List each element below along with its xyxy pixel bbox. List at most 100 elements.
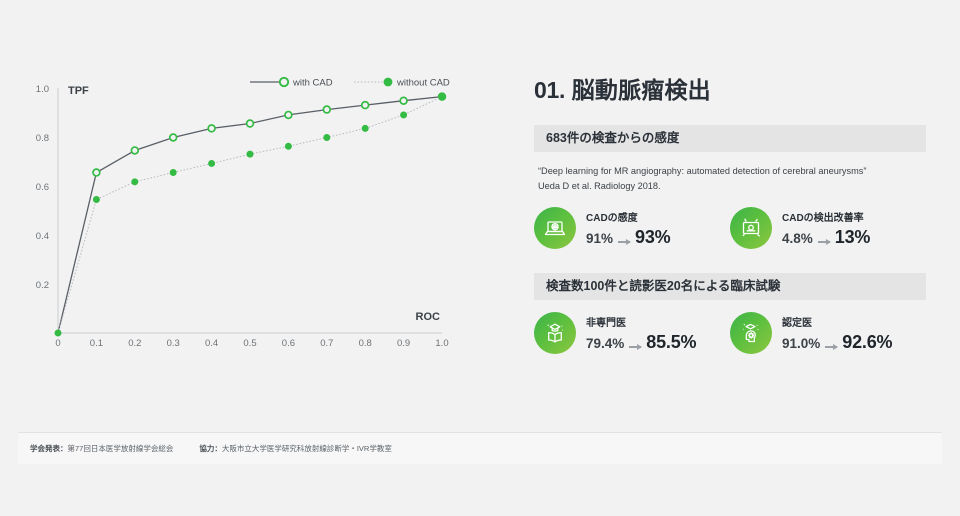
- y-axis-tick-labels: 0.2 0.4 0.6 0.8 1.0: [36, 84, 49, 291]
- footer-presentation-label: 学会発表：: [30, 444, 68, 453]
- arrow-right-icon: [629, 344, 643, 349]
- data-point: [246, 150, 254, 158]
- x-axis-tick-labels: 0 0.1 0.2 0.3 0.4 0.5 0.6 0.7 0.8 0.9 1.0: [55, 338, 448, 349]
- stat-row-one: CADの感度 91% 93% CADの検出改善率 4.8% 13%: [534, 206, 926, 249]
- data-point: [130, 146, 140, 155]
- stat-label: CADの感度: [586, 213, 638, 225]
- stat-value-from: 4.8%: [782, 230, 813, 246]
- stat-label: 非専門医: [586, 318, 626, 330]
- data-point: [284, 142, 292, 150]
- stat-value-from: 91.0%: [782, 335, 821, 351]
- book-graduate-icon: [534, 311, 576, 354]
- svg-text:0.3: 0.3: [167, 338, 180, 349]
- svg-text:0.8: 0.8: [359, 338, 372, 349]
- stat-values: 91% 93%: [586, 226, 671, 248]
- x-axis-title: ROC: [416, 311, 441, 323]
- svg-text:0: 0: [55, 338, 60, 349]
- data-point: [54, 329, 62, 337]
- data-point: [399, 96, 408, 105]
- stat-row-two: 非専門医 79.4% 85.5% 認定医 91.0% 92.6%: [534, 311, 926, 354]
- data-point: [92, 195, 100, 203]
- svg-text:0.6: 0.6: [282, 338, 295, 349]
- svg-text:0.9: 0.9: [397, 338, 410, 349]
- laptop-brain-icon: [534, 206, 576, 249]
- stat-card-certified-physician: 認定医 91.0% 92.6%: [730, 311, 926, 354]
- slide-root: 0.2 0.4 0.6 0.8 1.0 0 0.1 0.2 0.3 0.4 0.5 0.6 0.7 0.…: [0, 0, 960, 516]
- y-axis-title: TPF: [68, 85, 89, 97]
- content-panel: 01. 脳動脈瘤検出 683件の検査からの感度 “Deep learning f…: [534, 77, 926, 358]
- legend-marker: [383, 77, 393, 87]
- stat-text: CADの感度 91% 93%: [586, 208, 671, 248]
- footer-bar: 学会発表： 第77回日本医学放射線学会総会 協力： 大阪市立大学医学研究科放射線…: [18, 432, 942, 464]
- data-point: [438, 93, 446, 101]
- data-point: [323, 133, 331, 141]
- stat-values: 4.8% 13%: [782, 227, 870, 248]
- chart-legend: with CAD without CAD: [250, 76, 450, 89]
- data-point: [169, 169, 177, 177]
- legend-marker: [278, 76, 290, 88]
- footer-presentation-value: 第77回日本医学放射線学会総会: [67, 444, 174, 453]
- stat-card-non-specialist: 非専門医 79.4% 85.5%: [534, 311, 730, 354]
- arrow-right-icon: [825, 344, 839, 349]
- legend-label: without CAD: [396, 78, 450, 89]
- svg-text:1.0: 1.0: [36, 84, 49, 95]
- data-point: [360, 100, 370, 110]
- page-title: 01. 脳動脈瘤検出: [534, 77, 926, 103]
- stat-label: 認定医: [782, 318, 812, 330]
- stat-value-from: 91%: [586, 230, 614, 246]
- series-line-without-cad: [57, 96, 443, 334]
- citation-line-1: “Deep learning for MR angiography: autom…: [538, 166, 867, 177]
- svg-text:0.6: 0.6: [36, 182, 49, 193]
- footer-collaboration-label: 協力：: [199, 444, 222, 453]
- section-header-two: 検査数100件と読影医20名による臨床試験: [534, 272, 926, 300]
- stat-text: CADの検出改善率 4.8% 13%: [782, 208, 870, 247]
- data-point: [131, 178, 139, 186]
- monitor-detection-icon: [730, 206, 772, 249]
- data-point: [208, 159, 216, 167]
- citation-line-2: Ueda D et al. Radiology 2018.: [538, 180, 661, 191]
- stat-text: 認定医 91.0% 92.6%: [782, 313, 893, 353]
- data-point: [92, 168, 101, 177]
- page-title-number: 01.: [534, 77, 566, 103]
- svg-text:0.1: 0.1: [90, 338, 103, 349]
- data-point: [245, 119, 255, 128]
- svg-text:0.2: 0.2: [128, 338, 141, 349]
- data-point: [322, 105, 332, 114]
- stat-value-from: 79.4%: [586, 335, 625, 351]
- stat-card-cad-detection-rate: CADの検出改善率 4.8% 13%: [730, 206, 926, 249]
- page-title-text: 脳動脈瘤検出: [571, 77, 711, 103]
- data-point: [207, 124, 216, 133]
- legend-label: with CAD: [292, 78, 333, 89]
- data-point: [361, 124, 369, 132]
- data-point: [400, 111, 408, 119]
- svg-text:0.2: 0.2: [36, 280, 49, 291]
- stat-value-to: 93%: [635, 226, 671, 247]
- section-header-one: 683件の検査からの感度: [534, 125, 926, 153]
- footer-collaboration-value: 大阪市立大学医学研究科放射線診断学・IVR学教室: [221, 444, 392, 453]
- stat-value-to: 13%: [834, 226, 871, 247]
- svg-text:0.5: 0.5: [243, 338, 256, 349]
- series-layer: [54, 92, 447, 337]
- arrow-right-icon: [817, 239, 831, 244]
- svg-text:0.8: 0.8: [36, 133, 49, 144]
- stat-values: 91.0% 92.6%: [782, 331, 893, 353]
- roc-chart-panel: 0.2 0.4 0.6 0.8 1.0 0 0.1 0.2 0.3 0.4 0.5 0.6 0.7 0.…: [18, 70, 488, 380]
- data-point: [168, 133, 178, 142]
- stat-text: 非専門医 79.4% 85.5%: [586, 313, 697, 353]
- arrow-right-icon: [618, 239, 632, 244]
- head-knowledge-icon: [730, 311, 772, 354]
- stat-value-to: 85.5%: [646, 331, 697, 352]
- svg-text:0.4: 0.4: [205, 338, 218, 349]
- series-line-with-cad: [57, 95, 443, 334]
- stat-values: 79.4% 85.5%: [586, 331, 697, 353]
- citation-text: “Deep learning for MR angiography: autom…: [538, 164, 926, 193]
- svg-text:1.0: 1.0: [435, 338, 448, 349]
- data-point: [284, 110, 293, 120]
- svg-text:0.4: 0.4: [36, 231, 49, 242]
- stat-label: CADの検出改善率: [782, 213, 864, 225]
- svg-text:0.7: 0.7: [320, 338, 333, 349]
- roc-chart-svg: 0.2 0.4 0.6 0.8 1.0 0 0.1 0.2 0.3 0.4 0.5 0.6 0.7 0.…: [36, 76, 450, 349]
- stat-card-cad-sensitivity: CADの感度 91% 93%: [534, 206, 730, 249]
- stat-value-to: 92.6%: [842, 331, 893, 352]
